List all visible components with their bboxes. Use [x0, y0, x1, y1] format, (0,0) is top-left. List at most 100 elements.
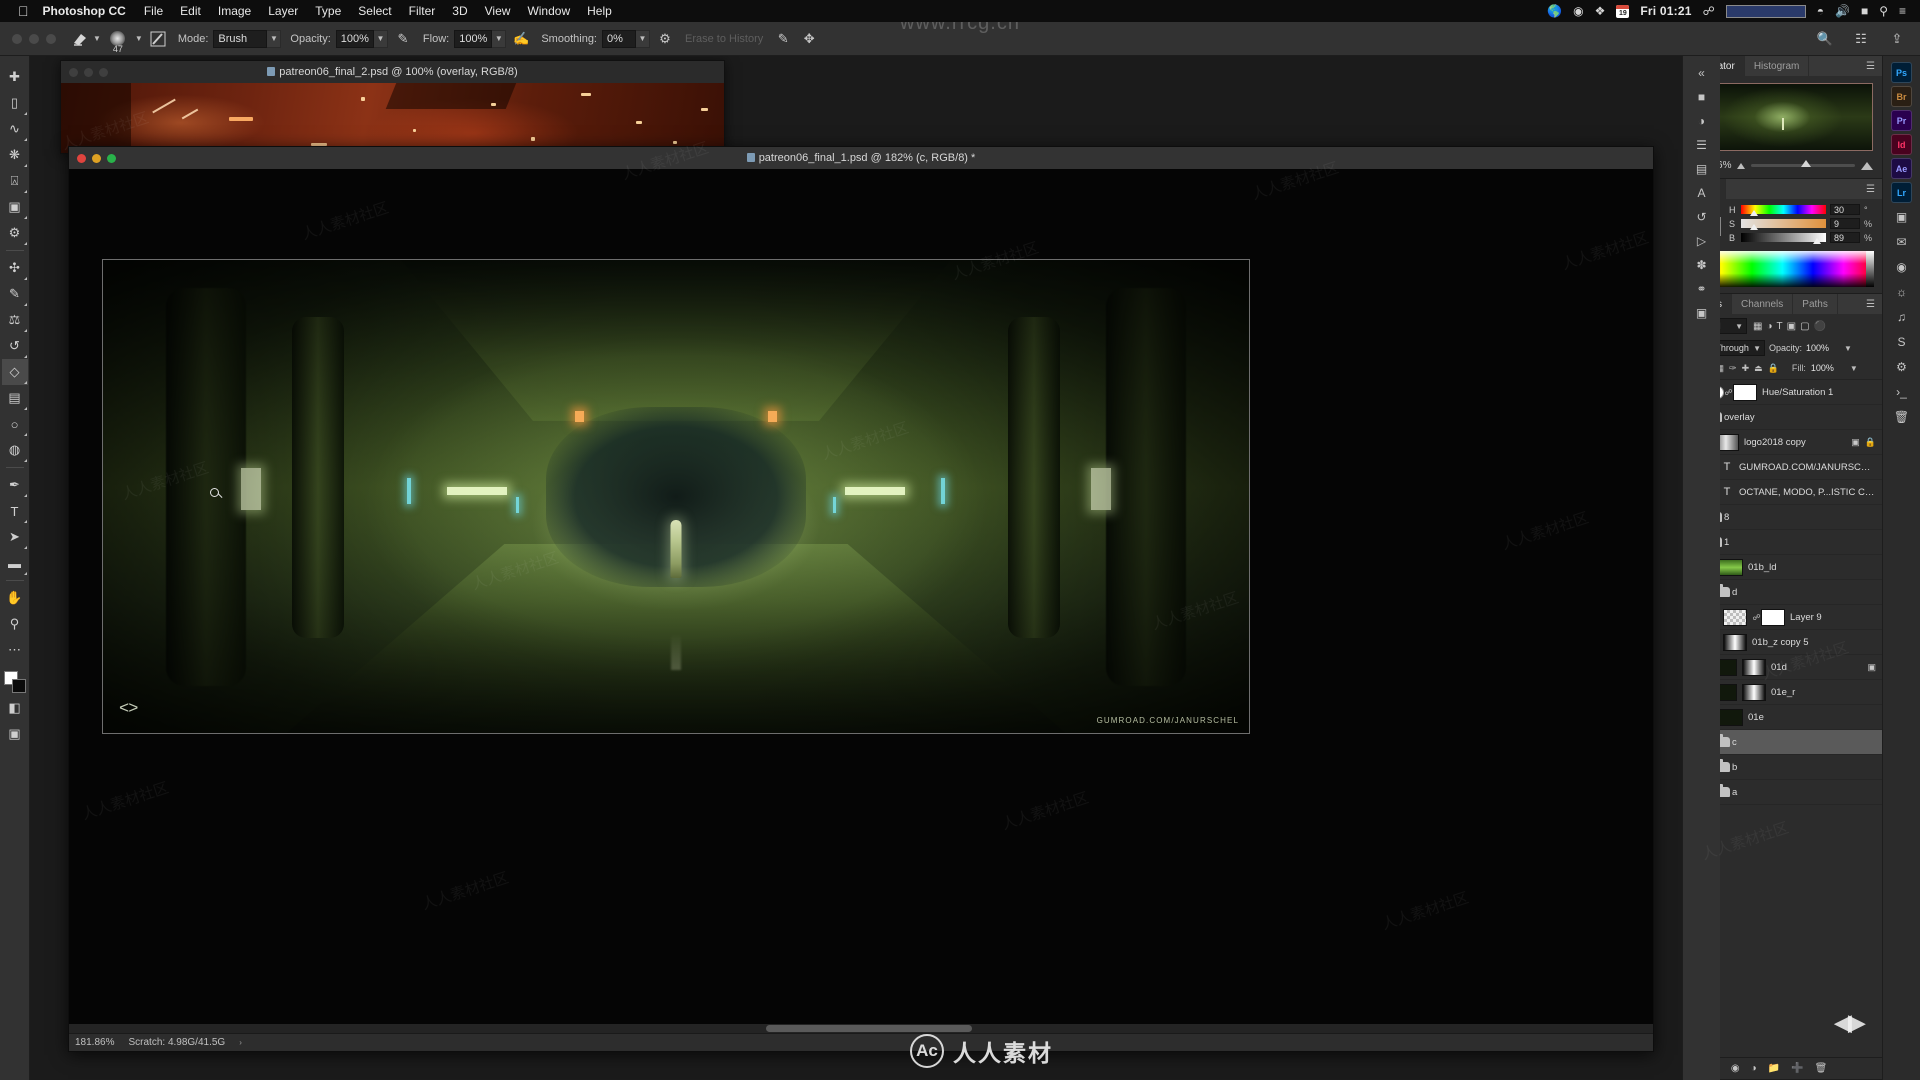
layer-name[interactable]: 01b_ld — [1748, 562, 1876, 573]
brushes-panel-icon[interactable]: ✽ — [1689, 254, 1715, 276]
smartobject-filter-icon[interactable]: ▢ — [1800, 321, 1809, 332]
tool-dodge[interactable]: ◍ — [2, 437, 28, 463]
chevron-down-icon[interactable]: ▼ — [1850, 364, 1858, 373]
creative-cloud-icon[interactable]: ◉ — [1573, 4, 1583, 18]
tool-shape[interactable]: ▬ — [2, 550, 28, 576]
minimize-dot[interactable] — [84, 67, 93, 77]
mail-icon[interactable]: ✉ — [1889, 231, 1915, 253]
saturation-value[interactable]: 9 — [1830, 218, 1860, 229]
canvas-scroll-area[interactable]: GUMROAD.COM/JANURSCHEL <> — [69, 169, 1653, 1033]
layer-name[interactable]: 1 — [1724, 537, 1876, 548]
control-center-icon[interactable]: ≡ — [1899, 4, 1906, 18]
menu-view[interactable]: View — [485, 4, 511, 18]
brush-preset-chevron-icon[interactable]: ▼ — [135, 34, 143, 43]
layer-name[interactable]: Layer 9 — [1790, 612, 1876, 623]
type-filter-icon[interactable]: T — [1777, 321, 1783, 332]
doc-window-patreon06-final-2[interactable]: patreon06_final_2.psd @ 100% (overlay, R… — [60, 60, 725, 154]
doc-window-controls[interactable] — [69, 67, 108, 77]
quick-mask-toggle-icon[interactable]: ◧ — [2, 695, 28, 721]
new-layer-icon[interactable]: ➕ — [1791, 1063, 1803, 1074]
trash-icon[interactable]: 🗑 — [1889, 406, 1915, 428]
smart-object-icon[interactable]: ▣ — [1867, 662, 1876, 673]
tool-hand[interactable]: ✋ — [2, 585, 28, 611]
shape-filter-icon[interactable]: ▣ — [1787, 321, 1796, 332]
chevron-down-icon[interactable]: ▼ — [1753, 344, 1761, 353]
doc-window-patreon06-final-1[interactable]: patreon06_final_1.psd @ 182% (c, RGB/8) … — [68, 146, 1654, 1052]
spotlight-search-field[interactable] — [1725, 4, 1806, 18]
smart-object-icon[interactable]: ▣ — [1851, 437, 1860, 448]
pixel-filter-icon[interactable]: ▦ — [1753, 321, 1762, 332]
filter-toggle-icon[interactable]: ⚫ — [1814, 321, 1826, 332]
cc-app-premiere-icon[interactable]: Pr — [1891, 110, 1912, 131]
smoothing-select[interactable]: 0% ▼ — [602, 29, 650, 48]
zoom-dot[interactable] — [46, 33, 56, 44]
minimize-dot[interactable] — [92, 153, 101, 163]
blend-mode-select[interactable]: Brush ▼ — [213, 29, 282, 48]
volume-icon[interactable]: 🔊 — [1835, 4, 1850, 18]
lock-position-icon[interactable]: ✚ — [1742, 363, 1750, 374]
battery-icon[interactable]: ■ — [1861, 4, 1868, 18]
color-panel-icon[interactable]: ■ — [1689, 86, 1715, 108]
tool-history-brush[interactable]: ↺ — [2, 333, 28, 359]
flow-select[interactable]: 100% ▼ — [454, 29, 507, 48]
layer-name[interactable]: c — [1732, 737, 1876, 748]
erase-to-history-label[interactable]: Erase to History — [685, 33, 763, 45]
tool-clone-stamp[interactable]: ⚖ — [2, 307, 28, 333]
globe-icon[interactable]: 🌎 — [1547, 4, 1562, 18]
layer-thumbnail[interactable] — [1719, 708, 1743, 726]
saturation-track[interactable] — [1741, 219, 1826, 230]
collapse-panels-icon[interactable]: « — [1689, 62, 1715, 84]
spotify-icon[interactable]: ♫ — [1889, 306, 1915, 328]
hue-track[interactable] — [1741, 205, 1826, 216]
chevron-down-icon[interactable]: ▼ — [267, 29, 282, 48]
tool-path-selection[interactable]: ➤ — [2, 524, 28, 550]
new-group-icon[interactable]: 📁 — [1768, 1063, 1780, 1074]
layer-mask-thumbnail[interactable] — [1742, 658, 1766, 676]
chrome-icon[interactable]: ◉ — [1889, 256, 1915, 278]
chevron-down-icon[interactable]: ▼ — [492, 29, 507, 48]
doc-window-controls[interactable] — [77, 153, 116, 163]
tool-frame[interactable]: ▣ — [2, 194, 28, 220]
layer-name[interactable]: GUMROAD.COM/JANURSCHEL — [1739, 462, 1876, 473]
link-icon[interactable]: ☍ — [1724, 388, 1733, 397]
panel-menu-icon[interactable]: ☰ — [1859, 294, 1882, 314]
layer-name[interactable]: 01d — [1771, 662, 1867, 673]
tab-channels[interactable]: Channels — [1732, 294, 1794, 314]
status-zoom-value[interactable]: 181.86% — [75, 1037, 114, 1048]
menu-3d[interactable]: 3D — [452, 4, 467, 18]
adjustment-layer-icon[interactable]: ◑ — [1751, 1063, 1757, 1074]
cc-app-indesign-icon[interactable]: Id — [1891, 134, 1912, 155]
pressure-opacity-icon[interactable]: ✎ — [392, 28, 414, 50]
tool-move[interactable]: ✚ — [2, 64, 28, 90]
zoom-out-icon[interactable] — [1737, 162, 1746, 169]
tool-gradient[interactable]: ▤ — [2, 385, 28, 411]
canvas-horizontal-scrollbar[interactable] — [69, 1024, 1653, 1033]
settings-icon[interactable]: ⚙ — [1889, 356, 1915, 378]
layer-name[interactable]: a — [1732, 787, 1876, 798]
menu-help[interactable]: Help — [587, 4, 612, 18]
tool-zoom[interactable]: ⚲ — [2, 611, 28, 637]
tool-more[interactable]: ⋯ — [2, 637, 28, 663]
cc-app-aftereffects-icon[interactable]: Ae — [1891, 158, 1912, 179]
share-icon[interactable]: ⇪ — [1886, 28, 1908, 50]
screen-mode-toggle-icon[interactable]: ▣ — [2, 721, 28, 747]
saturation-knob[interactable] — [1750, 224, 1759, 230]
tool-preset-picker[interactable]: ▼ — [70, 29, 101, 49]
search-icon[interactable]: 🔍 — [1814, 28, 1836, 50]
layer-name[interactable]: 01b_z copy 5 — [1752, 637, 1876, 648]
menu-image[interactable]: Image — [218, 4, 251, 18]
layer-thumbnail[interactable] — [1723, 633, 1747, 651]
wifi-icon[interactable]: ◓ — [1817, 4, 1824, 18]
layer-thumbnail[interactable] — [1723, 608, 1747, 626]
symmetry-icon[interactable]: ✥ — [798, 28, 820, 50]
lock-all-icon[interactable]: 🔒 — [1768, 363, 1779, 374]
cc-app-bridge-icon[interactable]: Br — [1891, 86, 1912, 107]
tool-pen[interactable]: ✒ — [2, 472, 28, 498]
close-dot[interactable] — [69, 67, 78, 77]
tool-quick-selection[interactable]: ❋ — [2, 142, 28, 168]
tab-paths[interactable]: Paths — [1793, 294, 1838, 314]
doc-titlebar-1[interactable]: patreon06_final_1.psd @ 182% (c, RGB/8) … — [69, 147, 1653, 169]
link-icon[interactable]: ☍ — [1752, 613, 1761, 622]
layer-opacity-value[interactable]: 100% — [1806, 341, 1841, 355]
apple-menu-icon[interactable]:  — [18, 4, 29, 18]
